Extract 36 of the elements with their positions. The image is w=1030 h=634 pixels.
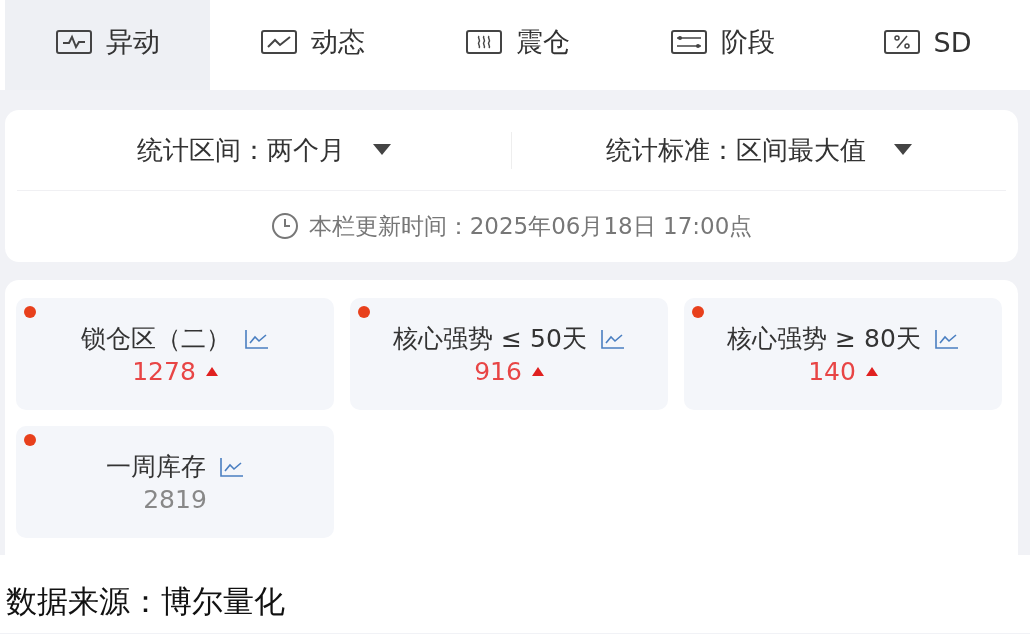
pulse-icon [55, 30, 92, 54]
sliders-icon [670, 30, 707, 54]
data-source: 数据来源：博尔量化 [6, 583, 285, 619]
tab[interactable]: 异动 [5, 0, 210, 90]
line-chart-icon [260, 30, 297, 54]
line-chart-icon [600, 328, 625, 349]
card-value: 140 [808, 357, 856, 386]
line-chart-icon [220, 456, 244, 477]
waves-icon [465, 30, 502, 54]
line-chart-icon [245, 328, 269, 349]
card-title: 锁仓区（二） [81, 323, 231, 355]
percent-icon [883, 30, 920, 54]
card-title: 一周库存 [106, 451, 206, 483]
up-triangle-icon [531, 367, 544, 376]
status-dot [358, 306, 370, 318]
caret-icon [894, 144, 912, 156]
filter-dropdown[interactable]: 统计标准：区间最大值 [511, 131, 1006, 169]
card-value: 1278 [132, 357, 196, 386]
card-title: 核心强势 ≥ 80天 [727, 323, 921, 355]
update-time: 本栏更新时间：2025年06月18日 17:00点 [308, 211, 753, 241]
caret-icon [373, 144, 391, 156]
stat-card[interactable]: 核心强势 ≥ 80天 140 [684, 298, 1002, 410]
status-dot [24, 434, 36, 446]
up-triangle-icon [865, 367, 878, 376]
clock-icon [270, 212, 299, 240]
status-dot [692, 306, 704, 318]
card-value: 916 [474, 357, 522, 386]
stat-card[interactable]: 一周库存 2819 [16, 426, 334, 538]
filter-dropdown[interactable]: 统计区间：两个月 [17, 131, 511, 169]
up-triangle-icon [205, 367, 218, 376]
line-chart-icon [934, 328, 959, 349]
card-value: 2819 [143, 485, 207, 514]
stat-card[interactable]: 核心强势 ≤ 50天 916 [350, 298, 668, 410]
status-dot [24, 306, 36, 318]
card-title: 核心强势 ≤ 50天 [393, 323, 587, 355]
stat-card[interactable]: 锁仓区（二） 1278 [16, 298, 334, 410]
